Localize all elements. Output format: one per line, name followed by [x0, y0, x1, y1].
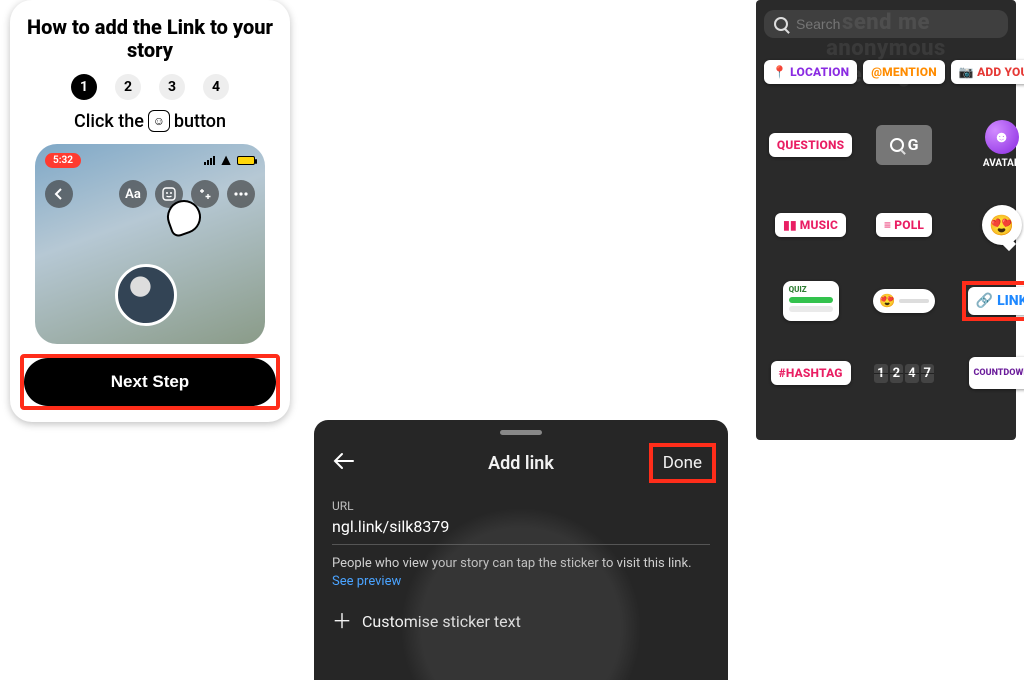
step-1-dot[interactable]: 1	[71, 74, 97, 100]
tutorial-title: How to add the Link to your story	[24, 16, 276, 62]
step-4-dot[interactable]: 4	[203, 74, 229, 100]
story-preview: 5:32 ▲ Aa	[35, 144, 265, 344]
sticker-countdown[interactable]: COUNTDOWN	[969, 357, 1024, 389]
step-3-dot[interactable]: 3	[159, 74, 185, 100]
see-preview-link[interactable]: See preview	[332, 574, 401, 589]
sticker-avatar[interactable]: ☻ AVATAR	[983, 120, 1020, 169]
music-bars-icon: ▮▮	[783, 218, 797, 232]
sticker-counter[interactable]: 1 2 4 7	[874, 364, 934, 383]
signal-icon	[204, 156, 215, 165]
sticker-questions[interactable]: QUESTIONS	[769, 133, 852, 157]
sticker-add-yours-label: ADD YOURS	[977, 65, 1024, 79]
sticker-poll-label: POLL	[894, 218, 924, 232]
instruction-text: Click the ☺ button	[24, 110, 276, 132]
flip-digit-1: 1	[874, 364, 887, 383]
gif-label: G	[908, 135, 919, 154]
sticker-music[interactable]: ▮▮ MUSIC	[775, 213, 846, 237]
sticker-gif[interactable]: G	[876, 125, 932, 165]
sticker-questions-label: QUESTIONS	[777, 138, 844, 152]
heart-eyes-icon: 😍	[989, 213, 1014, 237]
search-icon	[890, 138, 904, 152]
arrow-left-icon	[332, 452, 356, 470]
avatar-icon: ☻	[985, 120, 1019, 154]
sticker-emoji-reaction[interactable]: 😍	[982, 205, 1022, 245]
sticker-music-label: MUSIC	[800, 218, 838, 232]
url-hint: People who view your story can tap the s…	[332, 555, 710, 591]
sticker-icon	[162, 187, 176, 201]
customise-label: Customise sticker text	[362, 612, 521, 631]
ellipsis-icon	[234, 192, 248, 196]
back-button[interactable]	[332, 452, 356, 475]
drag-handle[interactable]	[500, 430, 542, 435]
url-input[interactable]: ngl.link/silk8379	[332, 517, 710, 545]
quiz-bar-fill	[789, 297, 833, 303]
url-label: URL	[332, 499, 710, 513]
sticker-mention[interactable]: @MENTION	[863, 60, 945, 84]
sticker-search[interactable]	[764, 10, 1008, 38]
highlight-done	[649, 443, 716, 483]
status-icons: ▲	[204, 150, 255, 170]
hint-text: People who view your story can tap the s…	[332, 556, 692, 571]
plus-icon: ＋	[332, 611, 352, 631]
add-link-sheet: Add link Done URL ngl.link/silk8379 Peop…	[314, 420, 728, 680]
back-button[interactable]	[45, 180, 73, 208]
sticker-add-yours[interactable]: 📷 ADD YOURS	[951, 60, 1024, 84]
more-tool-button[interactable]	[227, 180, 255, 208]
sticker-location-label: LOCATION	[790, 65, 849, 79]
sticker-icon: ☺	[148, 110, 170, 132]
search-input[interactable]	[796, 16, 998, 32]
flip-digit-4: 7	[921, 364, 934, 383]
sticker-tray: send me anonymous messages! 📍 LOCATION @…	[756, 0, 1016, 440]
battery-icon	[237, 156, 255, 165]
flip-digit-2: 2	[890, 364, 903, 383]
chevron-left-icon	[53, 188, 65, 200]
sticker-quiz[interactable]: QUIZ	[783, 281, 839, 321]
step-2-dot[interactable]: 2	[115, 74, 141, 100]
tutorial-card: How to add the Link to your story 1 2 3 …	[10, 0, 290, 422]
text-tool-button[interactable]: Aa	[119, 180, 147, 208]
status-time: 5:32	[45, 153, 81, 168]
instruction-pre: Click the	[74, 111, 144, 132]
highlight-link-sticker	[962, 281, 1024, 321]
sticker-emoji-slider[interactable]: 😍	[873, 289, 935, 313]
step-indicator: 1 2 3 4	[24, 74, 276, 100]
music-avatar	[115, 264, 177, 326]
story-toolbar: Aa	[35, 172, 265, 208]
sticker-avatar-label: AVATAR	[983, 158, 1020, 169]
sticker-hashtag-label: #HASHTAG	[779, 366, 843, 380]
slider-track	[899, 299, 929, 303]
sticker-hashtag[interactable]: #HASHTAG	[771, 361, 851, 385]
sticker-location[interactable]: 📍 LOCATION	[764, 60, 857, 84]
next-step-wrap: Next Step	[24, 358, 276, 406]
flip-digit-3: 4	[905, 364, 918, 383]
sticker-mention-label: @MENTION	[871, 65, 937, 79]
sparkle-icon	[198, 187, 212, 201]
location-pin-icon: 📍	[772, 65, 787, 79]
sticker-poll[interactable]: ≡ POLL	[876, 213, 932, 237]
instruction-post: button	[174, 111, 226, 132]
status-bar: 5:32 ▲	[35, 144, 265, 172]
sticker-countdown-label: COUNTDOWN	[974, 368, 1024, 378]
poll-icon: ≡	[884, 218, 891, 232]
highlight-next-step	[20, 354, 280, 410]
camera-icon: 📷	[959, 65, 974, 79]
wifi-icon: ▲	[218, 150, 234, 170]
search-icon	[774, 17, 788, 31]
heart-eyes-icon: 😍	[879, 294, 895, 309]
quiz-bar-empty	[789, 306, 833, 312]
customise-sticker-text[interactable]: ＋ Customise sticker text	[332, 611, 710, 631]
sticker-quiz-label: QUIZ	[789, 285, 833, 294]
